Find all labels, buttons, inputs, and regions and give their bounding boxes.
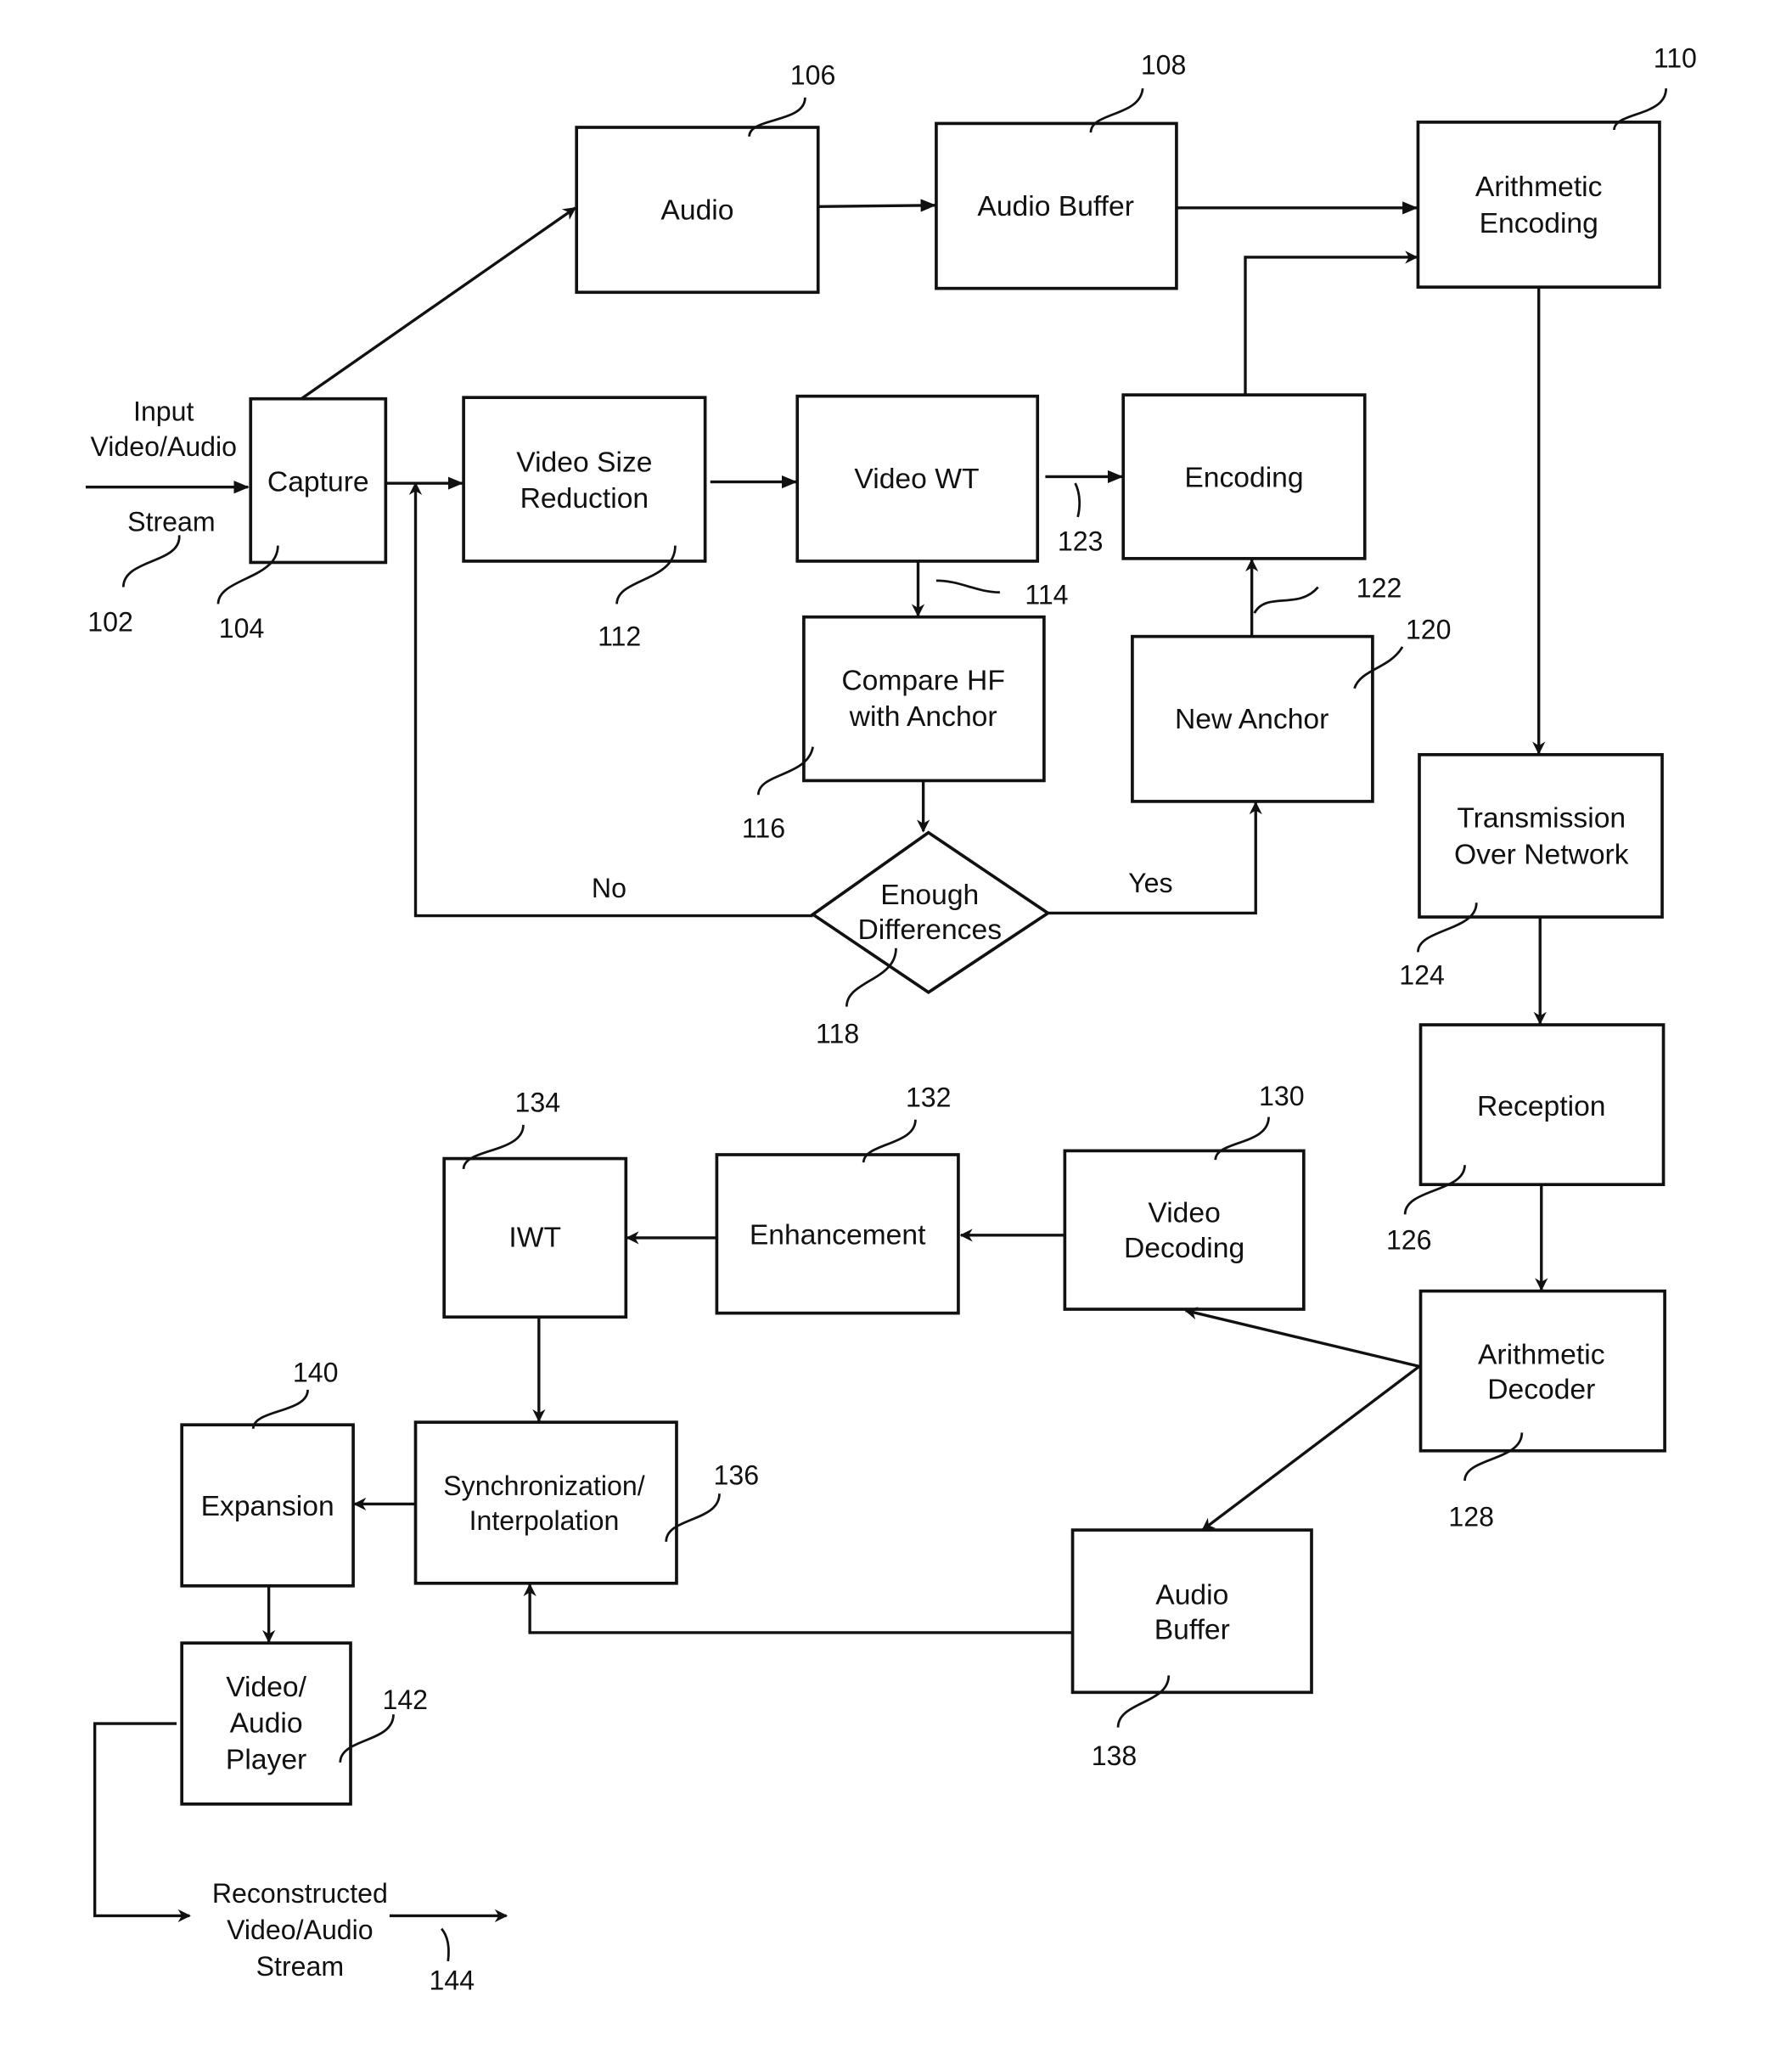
ref-106: 106: [790, 60, 836, 91]
svg-text:Video/: Video/: [226, 1672, 306, 1703]
svg-text:Arithmetic: Arithmetic: [1475, 172, 1603, 203]
svg-text:Video Size: Video Size: [516, 447, 652, 478]
ref-124: 124: [1399, 960, 1445, 991]
block-reception: Reception: [1418, 1023, 1666, 1187]
svg-text:with Anchor: with Anchor: [849, 701, 997, 733]
ref-118: 118: [816, 1018, 859, 1049]
block-new-anchor: New Anchor: [1131, 634, 1374, 803]
ref-136: 136: [714, 1460, 760, 1491]
svg-text:Stream: Stream: [127, 507, 216, 537]
svg-text:Synchronization/: Synchronization/: [443, 1471, 644, 1501]
block-sync-interpolation: Synchronization/ Interpolation: [413, 1420, 678, 1585]
edge-player-output: [93, 1722, 191, 1923]
ref-102: 102: [87, 607, 133, 638]
svg-text:New Anchor: New Anchor: [1175, 704, 1329, 735]
svg-text:Decoding: Decoding: [1124, 1233, 1244, 1264]
svg-text:Video/Audio: Video/Audio: [227, 1915, 374, 1945]
svg-text:Transmission: Transmission: [1457, 803, 1626, 835]
block-video-size-reduction: Video Size Reduction: [462, 396, 707, 563]
block-expansion: Expansion: [180, 1423, 355, 1588]
block-transmission: Transmission Over Network: [1418, 753, 1664, 919]
svg-text:Reception: Reception: [1477, 1091, 1605, 1122]
block-iwt: IWT: [442, 1156, 628, 1319]
svg-text:Input: Input: [133, 396, 194, 427]
edge-audio-audiobuffer: [817, 199, 936, 212]
svg-text:Video WT: Video WT: [854, 464, 979, 495]
svg-text:Player: Player: [226, 1745, 306, 1776]
branch-label-yes: Yes: [1128, 868, 1172, 898]
ref-108: 108: [1141, 49, 1187, 80]
edge-encoding-arith: [1244, 250, 1418, 396]
ref-138: 138: [1092, 1741, 1138, 1771]
svg-text:Video: Video: [1148, 1198, 1220, 1229]
block-arithmetic-encoding: Arithmetic Encoding: [1416, 121, 1661, 289]
svg-text:Capture: Capture: [267, 466, 369, 498]
block-player: Video/ Audio Player: [180, 1641, 352, 1806]
block-audio: Audio: [575, 126, 820, 295]
block-audio-buffer-rx: Audio Buffer: [1070, 1528, 1313, 1695]
svg-text:Enough: Enough: [880, 880, 979, 911]
ref-130: 130: [1259, 1081, 1305, 1111]
ref-144: 144: [430, 1965, 475, 1996]
ref-126: 126: [1386, 1225, 1432, 1256]
svg-text:Buffer: Buffer: [1154, 1615, 1230, 1646]
ref-112: 112: [598, 621, 641, 651]
ref-122: 122: [1357, 573, 1402, 604]
edge-audiobuffer-sync: [523, 1583, 1073, 1634]
svg-text:Compare HF: Compare HF: [841, 665, 1005, 696]
svg-text:Encoding: Encoding: [1480, 208, 1598, 239]
svg-text:Audio: Audio: [660, 195, 733, 227]
block-capture: Capture: [249, 396, 388, 565]
ref-142: 142: [382, 1684, 428, 1715]
branch-label-no: No: [592, 873, 626, 903]
svg-text:Reconstructed: Reconstructed: [212, 1878, 388, 1909]
svg-text:IWT: IWT: [508, 1223, 561, 1254]
flowchart-diagram: Capture Audio Audio Buffer Arithmetic En…: [85, 43, 1697, 1996]
ref-128: 128: [1448, 1501, 1494, 1532]
ref-114: 114: [1025, 579, 1068, 610]
block-compare-hf: Compare HF with Anchor: [802, 615, 1046, 783]
svg-text:Encoding: Encoding: [1184, 463, 1303, 494]
edge-decoder-videodecoding: [1184, 1307, 1420, 1368]
edge-decoder-audiobuffer: [1201, 1365, 1420, 1532]
block-encoding: Encoding: [1121, 393, 1367, 560]
ref-140: 140: [293, 1358, 339, 1388]
svg-text:Audio: Audio: [230, 1708, 303, 1740]
svg-text:Arithmetic: Arithmetic: [1478, 1339, 1605, 1370]
svg-text:Interpolation: Interpolation: [469, 1505, 620, 1536]
svg-text:Video/Audio: Video/Audio: [90, 431, 237, 462]
svg-text:Enhancement: Enhancement: [750, 1220, 926, 1251]
block-audio-buffer-tx: Audio Buffer: [935, 121, 1178, 290]
block-arithmetic-decoder: Arithmetic Decoder: [1418, 1289, 1666, 1453]
svg-text:Over Network: Over Network: [1454, 839, 1629, 870]
svg-text:Stream: Stream: [256, 1951, 345, 1982]
svg-text:Audio Buffer: Audio Buffer: [977, 191, 1134, 222]
svg-text:Differences: Differences: [857, 914, 1002, 946]
ref-120: 120: [1406, 615, 1452, 645]
ref-134: 134: [515, 1088, 561, 1118]
svg-text:Decoder: Decoder: [1487, 1375, 1595, 1406]
svg-text:Expansion: Expansion: [201, 1491, 334, 1522]
edge-capture-audio: [300, 206, 576, 401]
svg-text:Audio: Audio: [1155, 1579, 1228, 1611]
ref-110: 110: [1654, 43, 1697, 74]
ref-116: 116: [742, 813, 785, 844]
input-stream-label: Input Video/Audio Stream: [90, 396, 237, 537]
ref-132: 132: [906, 1082, 952, 1112]
ref-104: 104: [219, 613, 265, 644]
block-video-decoding: Video Decoding: [1063, 1149, 1306, 1311]
block-enhancement: Enhancement: [715, 1153, 960, 1315]
svg-text:Reduction: Reduction: [520, 483, 649, 515]
block-video-wt: Video WT: [795, 394, 1040, 563]
output-stream-label: Reconstructed Video/Audio Stream: [212, 1878, 388, 1982]
decision-enough-differences: Enough Differences: [810, 830, 1051, 994]
ref-123: 123: [1058, 526, 1104, 557]
